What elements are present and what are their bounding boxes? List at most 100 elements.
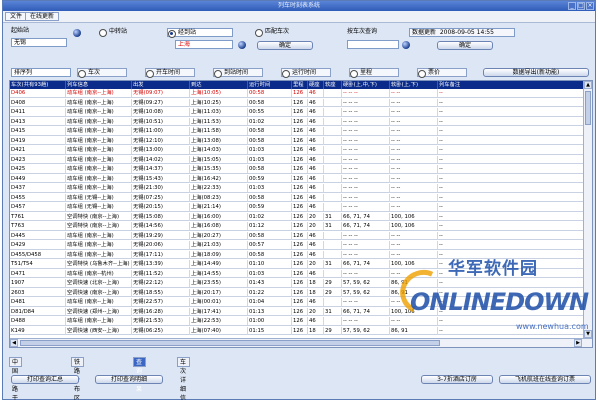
export-data-button[interactable]: 数据导出(新功能) [483,68,589,77]
print-summary-button[interactable]: 打印查询汇总 [11,375,79,384]
confirm-route-button[interactable]: 确定 [257,41,313,50]
table-cell-train-info-col: 动车组 (南京--上海) [66,89,132,97]
column-header-departure-col[interactable]: 出发 [132,81,190,89]
column-header-hard-sleeper-col[interactable]: 硬卧(上,中,下) [342,81,390,89]
destination-station-input[interactable]: 上海 [175,40,233,49]
table-cell-remarks-col: -- [438,279,584,287]
column-header-arrival-col[interactable]: 到达 [190,81,248,89]
sort-by-train[interactable]: 车次 [77,68,127,78]
table-row[interactable]: D419 动车组 (南京--上海) 无锡(12:10) 上海(13:08) 00:58 1… [10,136,584,146]
table-row[interactable]: 2603 空调快速 (南京--上海) 无锡(18:55) 上海(20:17) 01:22… [10,288,584,298]
menu-file[interactable]: 文件 [5,12,28,21]
column-header-hard-seat-col[interactable]: 硬座 [308,81,324,89]
table-cell-hard-seat-col: 46 [308,184,324,192]
table-row[interactable]: D415 动车组 (南京--上海) 无锡(11:00) 上海(11:58) 00:58 1… [10,127,584,136]
table-row[interactable]: D445 动车组 (南京--上海) 无锡(19:29) 上海(20:27) 00:58 1… [10,231,584,241]
table-row[interactable]: D481 动车组 (南京--上海) 无锡(22:57) 上海(00:01) 01:04 1… [10,298,584,307]
column-header-train-info-col[interactable]: 列车信息 [66,81,132,89]
table-cell-arrival-col: 上海(22:33) [190,184,248,192]
train-number-input[interactable] [347,40,399,49]
transfer-station-radio[interactable]: 中转站 [99,28,127,37]
column-header-soft-seat-col[interactable]: 软座 [324,81,342,89]
horizontal-scroll-thumb[interactable] [20,340,440,346]
table-cell-soft-seat-col: 31 [324,212,342,221]
table-cell-soft-sleeper-col: -- -- [390,155,438,164]
maximize-button[interactable]: □ [577,2,585,10]
table-cell-arrival-col: 上海(16:00) [190,212,248,221]
column-header-soft-sleeper-col[interactable]: 软卧(上,下) [390,81,438,89]
flight-booking-button[interactable]: 飞机航班在线查询订票 [499,375,591,384]
vertical-scrollbar[interactable]: ▲ ▼ [583,81,592,339]
table-cell-remarks-col: -- [438,222,584,230]
column-header-remarks-col[interactable]: 列车备注 [438,81,584,89]
table-row[interactable]: D413 动车组 (南京--上海) 无锡(10:51) 上海(11:53) 01:02 1… [10,117,584,127]
from-station-input[interactable]: 无锡 [11,38,67,47]
sort-by-arrival[interactable]: 到站时间 [213,68,263,78]
table-row[interactable]: 1907 空调快速 (北京--上海) 无锡(22:12) 上海(23:55) 01:43… [10,279,584,288]
sort-by-price[interactable]: 票价 [417,68,467,78]
column-header-train-col[interactable]: 车次(共有93趟) [10,81,66,89]
scroll-down-icon[interactable]: ▼ [584,330,592,338]
table-row[interactable]: D423 动车组 (南京--上海) 无锡(14:02) 上海(15:05) 01:03 1… [10,155,584,165]
table-cell-hard-sleeper-col: -- -- -- [342,269,390,278]
scroll-up-icon[interactable]: ▲ [584,81,592,89]
table-row[interactable]: D421 动车组 (南京--上海) 无锡(13:00) 上海(14:03) 01:03 1… [10,146,584,155]
sort-by-departure[interactable]: 开车时间 [145,68,195,78]
scroll-left-icon[interactable]: ◀ [10,339,18,347]
vertical-scroll-thumb[interactable] [585,91,591,125]
confirm-train-button[interactable]: 确定 [437,41,493,50]
table-cell-departure-col: 无锡(09:07) [132,89,190,97]
table-cell-soft-sleeper-col: -- -- [390,117,438,126]
table-row[interactable]: T761 空调特快 (南京--上海) 无锡(15:08) 上海(16:00) 01:02… [10,212,584,222]
table-cell-train-info-col: 动车组 (南京--上海) [66,146,132,154]
tab-train-details[interactable]: 车次详细信息 [177,357,191,400]
table-row[interactable]: D411 动车组 (南京--上海) 无锡(10:08) 上海(11:03) 00:55 1… [10,108,584,117]
tab-region-map[interactable]: 铁路分布区域图 [71,357,85,400]
horizontal-scrollbar[interactable]: ◀ ▶ [10,338,592,347]
menu-online-update[interactable]: 在线更新 [25,12,60,21]
table-row[interactable]: D471 动车组 (南京--杭州) 无锡(11:52) 上海(14:55) 01:03 1… [10,269,584,279]
table-cell-duration-col: 00:58 [248,231,292,240]
scroll-right-icon[interactable]: ▶ [574,339,582,347]
match-train-radio[interactable]: 匹配车次 [255,28,289,37]
sort-by-distance[interactable]: 里程 [349,68,399,78]
sort-select[interactable]: 排序列 [11,68,71,77]
table-cell-duration-col: 00:58 [248,98,292,107]
column-header-distance-col[interactable]: 里程 [292,81,308,89]
table-row[interactable]: T51/T54 空调特快 (乌鲁木齐--上海) 无锡(13:39) 上海(14:49)… [10,260,584,269]
table-cell-duration-col: 01:00 [248,317,292,325]
table-row[interactable]: D457 动车组 (无锡--上海) 无锡(20:15) 上海(21:14) 00:59 1… [10,203,584,212]
table-row[interactable]: D408 动车组 (南京--上海) 无锡(09:27) 上海(10:25) 00:58 1… [10,98,584,108]
table-cell-duration-col: 00:58 [248,250,292,259]
table-row[interactable]: K149 空调快速 (西安--上海) 无锡(06:25) 上海(07:40) 01:15… [10,326,584,336]
table-row[interactable]: D488 动车组 (南京--上海) 无锡(21:53) 上海(22:53) 01:00 1… [10,317,584,326]
table-cell-remarks-col: -- [438,298,584,306]
table-cell-departure-col: 无锡(11:00) [132,127,190,135]
table-cell-departure-col: 无锡(12:10) [132,136,190,145]
sort-by-duration[interactable]: 运行时间 [281,68,331,78]
table-cell-remarks-col: -- [438,307,584,316]
table-row[interactable]: D437 动车组 (南京--上海) 无锡(21:30) 上海(22:33) 01:03 1… [10,184,584,193]
table-row[interactable]: D81/D84 空调快速 (郑州--上海) 无锡(16:28) 上海(17:41) 01… [10,307,584,317]
table-row[interactable]: D406 动车组 (南京--上海) 无锡(09:07) 上海(10:05) 00:58 1… [10,89,584,98]
table-cell-soft-sleeper-col: -- -- [390,165,438,173]
table-row[interactable]: D455 动车组 (无锡--上海) 无锡(07:25) 上海(08:23) 00:58 1… [10,193,584,203]
table-cell-soft-seat-col [324,98,342,107]
tab-query-results[interactable]: 查询结果 [133,357,147,393]
table-row[interactable]: D449 动车组 (南京--上海) 无锡(15:43) 上海(16:42) 00:59 1… [10,174,584,184]
column-header-duration-col[interactable]: 运行时间 [248,81,292,89]
table-cell-hard-seat-col: 20 [308,212,324,221]
close-button[interactable]: × [586,2,594,10]
table-row[interactable]: D429 动车组 (南京--上海) 无锡(20:06) 上海(21:03) 00:57 1… [10,241,584,250]
table-cell-train-col: D429 [10,241,66,249]
destination-station-radio[interactable]: 经到站 [167,28,233,38]
table-row[interactable]: T763 空调特快 (南京--上海) 无锡(14:56) 上海(16:08) 01:12… [10,222,584,231]
table-row[interactable]: D425 动车组 (南京--上海) 无锡(14:37) 上海(15:35) 00:58 1… [10,165,584,174]
table-cell-soft-sleeper-col: -- -- [390,250,438,259]
tab-railway-map[interactable]: 中国铁路干线图 [9,357,23,400]
table-row[interactable]: D455/D458 动车组 (南京--上海) 无锡(17:11) 上海(18:09) 0… [10,250,584,260]
print-detail-button[interactable]: 打印查询明细 [95,375,163,384]
table-cell-duration-col: 01:03 [248,146,292,154]
hotel-booking-button[interactable]: 3-7折酒店订房 [421,375,493,384]
minimize-button[interactable]: _ [568,2,576,10]
